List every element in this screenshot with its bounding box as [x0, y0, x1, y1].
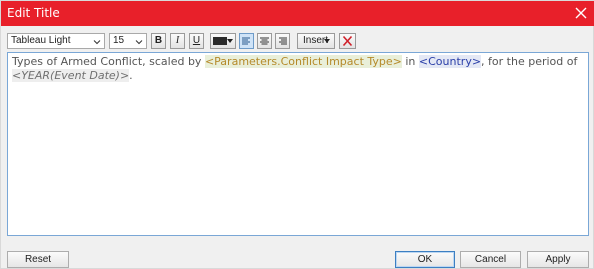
- formatting-toolbar: Tableau Light 15 B I U Insert: [7, 33, 587, 49]
- font-size-value: 15: [113, 35, 125, 46]
- align-center-icon: [260, 37, 269, 45]
- clear-icon: [342, 35, 353, 47]
- italic-button[interactable]: I: [170, 33, 185, 49]
- apply-button[interactable]: Apply: [527, 251, 589, 268]
- font-size-select[interactable]: 15: [109, 33, 147, 49]
- underline-button[interactable]: U: [189, 33, 204, 49]
- align-left-icon: [242, 37, 250, 45]
- close-icon[interactable]: [573, 5, 589, 21]
- title-text: in: [401, 55, 419, 68]
- ok-button[interactable]: OK: [395, 251, 455, 268]
- title-text-editor[interactable]: Types of Armed Conflict, scaled by <Para…: [7, 52, 589, 236]
- title-text: Types of Armed Conflict, scaled by: [12, 55, 205, 68]
- cancel-button[interactable]: Cancel: [460, 251, 521, 268]
- parameter-field-token: <Parameters.Conflict Impact Type>: [204, 55, 402, 68]
- country-field-token: <Country>: [418, 55, 482, 68]
- title-text: .: [129, 69, 133, 82]
- chevron-down-icon: [93, 37, 101, 45]
- align-left-button[interactable]: [239, 33, 254, 49]
- year-field-token: <YEAR(Event Date)>: [12, 69, 130, 82]
- font-family-select[interactable]: Tableau Light: [7, 33, 105, 49]
- font-family-value: Tableau Light: [11, 35, 71, 46]
- color-swatch: [213, 37, 227, 45]
- text-color-button[interactable]: [210, 33, 236, 49]
- dialog-title: Edit Title: [7, 6, 60, 20]
- bold-button[interactable]: B: [151, 33, 166, 49]
- edit-title-dialog: Edit Title Tableau Light 15 B I U Insert…: [0, 0, 594, 269]
- chevron-down-icon: [135, 37, 143, 45]
- chevron-down-icon: [324, 39, 330, 43]
- align-right-icon: [279, 37, 287, 45]
- title-bar: Edit Title: [1, 1, 594, 26]
- title-text: , for the period of: [481, 55, 578, 68]
- insert-button[interactable]: Insert: [297, 33, 335, 49]
- chevron-down-icon: [227, 39, 233, 43]
- reset-button[interactable]: Reset: [7, 251, 69, 268]
- align-right-button[interactable]: [275, 33, 290, 49]
- align-center-button[interactable]: [257, 33, 272, 49]
- clear-formatting-button[interactable]: [339, 33, 356, 49]
